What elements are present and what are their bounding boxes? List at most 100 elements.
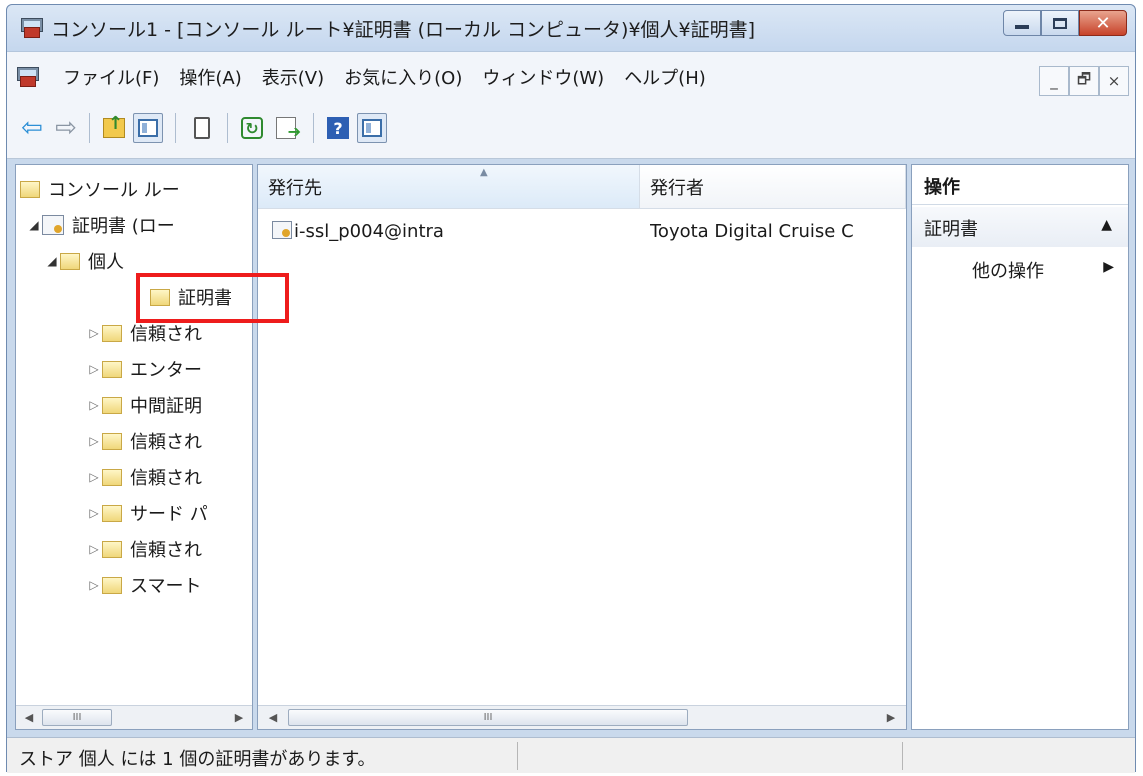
tree-item-intermediate-ca[interactable]: ▷ 中間証明 — [86, 387, 202, 423]
toolbar-separator — [89, 113, 90, 143]
up-one-level-button[interactable] — [99, 113, 129, 143]
action-pane-title: 操作 — [912, 165, 1128, 205]
export-list-button[interactable] — [271, 113, 301, 143]
tree-item-untrusted[interactable]: ▷ 信頼され — [86, 459, 202, 495]
collapse-section-icon[interactable]: ▲ — [1101, 217, 1112, 233]
scroll-right-arrow-icon[interactable]: ▶ — [228, 708, 250, 726]
mdi-close-button[interactable]: × — [1099, 66, 1129, 96]
cell-issued-to: i-ssl_p004@intra — [294, 221, 444, 242]
console-tree-pane: コンソール ルー ◢ 証明書 (ロー ◢ 個人 証明書 ▷ 信頼され ▷ エンタ… — [15, 164, 253, 730]
main-area: コンソール ルー ◢ 証明書 (ロー ◢ 個人 証明書 ▷ 信頼され ▷ エンタ… — [7, 160, 1135, 735]
folder-icon — [102, 432, 122, 450]
column-header-issued-to[interactable]: 発行先 ▲ — [258, 165, 640, 209]
tree-item-certificates-local[interactable]: ◢ 証明書 (ロー — [26, 207, 175, 243]
tree-item-smart-card-root[interactable]: ▷ スマート — [86, 567, 201, 603]
expand-arrow-icon[interactable]: ▷ — [86, 398, 102, 412]
tree-item-enterprise-trust[interactable]: ▷ エンター — [86, 351, 202, 387]
clipboard-icon — [194, 117, 210, 139]
tree-item-label: 信頼され — [130, 468, 202, 489]
results-list-pane: 発行先 ▲ 発行者 i-ssl_p004@intra Toyota Digita… — [257, 164, 907, 730]
show-hide-tree-icon — [138, 119, 158, 137]
title-bar[interactable]: コンソール1 - [コンソール ルート¥証明書 (ローカル コンピュータ)¥個人… — [7, 5, 1135, 51]
collapse-arrow-icon[interactable]: ◢ — [26, 218, 42, 232]
expand-arrow-icon[interactable]: ▷ — [86, 362, 102, 376]
mdi-restore-button[interactable]: 🗗 — [1069, 66, 1099, 96]
window-title: コンソール1 - [コンソール ルート¥証明書 (ローカル コンピュータ)¥個人… — [51, 19, 756, 41]
mmc-app-icon[interactable] — [21, 18, 43, 38]
column-header-label: 発行先 — [268, 177, 322, 199]
menu-file[interactable]: ファイル(F) — [53, 64, 169, 90]
mdi-minimize-button[interactable]: _ — [1039, 66, 1069, 96]
export-list-icon — [276, 117, 301, 141]
table-row[interactable]: i-ssl_p004@intra Toyota Digital Cruise C — [258, 215, 906, 249]
refresh-icon: ↻ — [241, 117, 263, 139]
minimize-icon — [1015, 25, 1029, 29]
close-icon: ✕ — [1095, 12, 1111, 34]
scroll-left-arrow-icon[interactable]: ◀ — [18, 708, 40, 726]
tree-item-third-party-root[interactable]: ▷ サード パ — [86, 495, 208, 531]
folder-icon — [102, 540, 122, 558]
tree-item-personal[interactable]: ◢ 個人 — [44, 243, 124, 279]
expand-arrow-icon[interactable]: ▷ — [86, 434, 102, 448]
list-horizontal-scrollbar[interactable]: ◀ III ▶ — [258, 705, 906, 729]
folder-icon — [20, 180, 40, 198]
forward-button[interactable]: ⇨ — [51, 113, 81, 143]
toolbar-separator — [313, 113, 314, 143]
tree-horizontal-scrollbar[interactable]: ◀ III ▶ — [16, 705, 252, 729]
help-button[interactable]: ? — [323, 113, 353, 143]
more-actions-item[interactable]: 他の操作 — [972, 257, 1044, 283]
scroll-thumb[interactable]: III — [288, 709, 688, 726]
forward-arrow-icon: ⇨ — [55, 113, 77, 143]
tree-item-trusted-people[interactable]: ▷ 信頼され — [86, 531, 202, 567]
menu-bar: ファイル(F) 操作(A) 表示(V) お気に入り(O) ウィンドウ(W) ヘル… — [7, 51, 1135, 101]
menu-window[interactable]: ウィンドウ(W) — [472, 64, 614, 90]
show-hide-action-pane-button[interactable] — [357, 113, 387, 143]
collapse-arrow-icon[interactable]: ◢ — [44, 254, 60, 268]
expand-arrow-icon[interactable]: ▷ — [86, 506, 102, 520]
action-pane-icon — [362, 119, 382, 137]
expand-arrow-icon[interactable]: ▷ — [86, 326, 102, 340]
action-section-certificates[interactable]: 証明書 ▲ — [912, 207, 1128, 247]
maximize-button[interactable] — [1041, 10, 1079, 36]
back-button[interactable]: ⇦ — [17, 113, 47, 143]
mmc-window: コンソール1 - [コンソール ルート¥証明書 (ローカル コンピュータ)¥個人… — [6, 4, 1136, 773]
folder-icon — [102, 324, 122, 342]
minimize-button[interactable] — [1003, 10, 1041, 36]
folder-icon — [102, 576, 122, 594]
scroll-thumb[interactable]: III — [42, 709, 112, 726]
show-hide-tree-button[interactable] — [133, 113, 163, 143]
toolbar: ⇦ ⇨ ↻ ? — [7, 101, 1135, 159]
folder-icon — [102, 360, 122, 378]
maximize-icon — [1053, 17, 1067, 29]
scroll-right-arrow-icon[interactable]: ▶ — [880, 708, 902, 726]
status-text: ストア 個人 には 1 個の証明書があります。 — [19, 749, 376, 770]
expand-arrow-icon[interactable]: ▷ — [86, 470, 102, 484]
sort-ascending-icon: ▲ — [480, 167, 488, 178]
scroll-left-arrow-icon[interactable]: ◀ — [262, 708, 284, 726]
expand-arrow-icon[interactable]: ▷ — [86, 578, 102, 592]
column-header-label: 発行者 — [650, 177, 704, 199]
tree-item-label: 信頼され — [130, 432, 202, 453]
expand-arrow-icon[interactable]: ▷ — [86, 542, 102, 556]
help-icon: ? — [327, 117, 349, 139]
menu-action[interactable]: 操作(A) — [169, 64, 251, 90]
menu-help[interactable]: ヘルプ(H) — [614, 64, 716, 90]
back-arrow-icon: ⇦ — [21, 113, 43, 143]
menu-favorites[interactable]: お気に入り(O) — [334, 64, 472, 90]
tree-item-console-root[interactable]: コンソール ルー — [20, 171, 180, 207]
status-bar: ストア 個人 には 1 個の証明書があります。 — [7, 737, 1135, 773]
tree-item-label: サード パ — [130, 504, 208, 525]
cell-issued-by: Toyota Digital Cruise C — [650, 221, 854, 242]
folder-icon — [102, 396, 122, 414]
menu-items: ファイル(F) 操作(A) 表示(V) お気に入り(O) ウィンドウ(W) ヘル… — [53, 64, 716, 90]
refresh-button[interactable]: ↻ — [237, 113, 267, 143]
close-button[interactable]: ✕ — [1079, 10, 1127, 36]
certificate-icon — [42, 215, 64, 235]
tree-item-trusted-publishers[interactable]: ▷ 信頼され — [86, 423, 202, 459]
column-header-issued-by[interactable]: 発行者 — [640, 165, 906, 209]
document-system-menu-icon[interactable] — [17, 67, 39, 87]
properties-button[interactable] — [187, 113, 217, 143]
folder-icon — [60, 252, 80, 270]
menu-view[interactable]: 表示(V) — [252, 64, 334, 90]
mdi-controls: _ 🗗 × — [1039, 66, 1129, 96]
